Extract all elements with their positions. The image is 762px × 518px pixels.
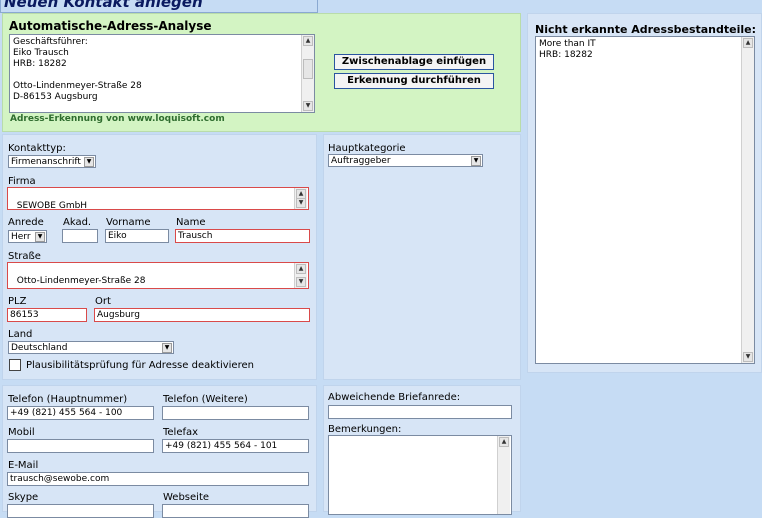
land-value: Deutschland — [11, 343, 68, 353]
anrede-select[interactable]: Herr ▼ — [8, 230, 47, 243]
plz-input[interactable]: 86153 — [7, 308, 87, 322]
land-select[interactable]: Deutschland ▼ — [8, 341, 174, 354]
tel-more-label: Telefon (Weitere) — [163, 394, 248, 405]
firma-value: SEWOBE GmbH — [16, 201, 88, 210]
name-label: Name — [176, 217, 206, 228]
kontakttyp-select[interactable]: Firmenanschrift ▼ — [8, 155, 96, 168]
hauptkategorie-select[interactable]: Auftraggeber ▼ — [328, 154, 483, 167]
ort-label: Ort — [95, 296, 111, 307]
ort-input[interactable]: Augsburg — [94, 308, 310, 322]
firma-textarea[interactable]: SEWOBE GmbH — [7, 187, 309, 210]
strasse-value: Otto-Lindenmeyer-Straße 28 — [16, 276, 146, 286]
analysis-credit: Adress-Erkennung von www.loquisoft.com — [10, 114, 225, 124]
email-input[interactable]: trausch@sewobe.com — [7, 472, 309, 486]
mobil-label: Mobil — [8, 427, 35, 438]
name-input[interactable]: Trausch — [175, 229, 310, 243]
scroll-down-icon[interactable]: ▼ — [743, 352, 753, 362]
web-label: Webseite — [163, 492, 210, 503]
tel-main-input[interactable]: +49 (821) 455 564 - 100 — [7, 406, 154, 420]
plausi-checkbox[interactable] — [9, 359, 21, 371]
scroll-down-icon[interactable]: ▼ — [296, 277, 306, 287]
vorname-label: Vorname — [106, 217, 151, 228]
web-input[interactable] — [162, 504, 309, 518]
category-panel — [323, 134, 521, 380]
scroll-up-icon[interactable]: ▲ — [743, 38, 753, 48]
tel-main-label: Telefon (Hauptnummer) — [8, 394, 128, 405]
chevron-down-icon[interactable]: ▼ — [35, 232, 45, 242]
paste-clipboard-button[interactable]: Zwischenablage einfügen — [334, 54, 494, 70]
kontakttyp-value: Firmenanschrift — [11, 157, 81, 167]
plausi-label: Plausibilitätsprüfung für Adresse deakti… — [26, 360, 254, 371]
bemerkungen-textarea[interactable] — [328, 435, 512, 515]
analysis-heading: Automatische-Adress-Analyse — [9, 19, 212, 33]
scroll-down-icon[interactable]: ▼ — [303, 101, 313, 111]
land-label: Land — [8, 329, 33, 340]
analysis-scrollbar[interactable]: ▲ ▼ — [301, 35, 314, 112]
unrecognized-textarea[interactable]: More than IT HRB: 18282 — [535, 36, 755, 364]
strasse-textarea[interactable]: Otto-Lindenmeyer-Straße 28 — [7, 262, 309, 289]
briefanrede-input[interactable] — [328, 405, 512, 419]
bemerkungen-label: Bemerkungen: — [328, 424, 402, 435]
akad-input[interactable] — [62, 229, 98, 243]
fax-input[interactable]: +49 (821) 455 564 - 101 — [162, 439, 309, 453]
scroll-down-icon[interactable]: ▼ — [296, 198, 306, 208]
akad-label: Akad. — [63, 217, 92, 228]
fax-label: Telefax — [163, 427, 199, 438]
firma-label: Firma — [8, 176, 36, 187]
scroll-up-icon[interactable]: ▲ — [296, 264, 306, 274]
scroll-thumb[interactable] — [303, 59, 313, 79]
strasse-scrollbar[interactable]: ▲ ▼ — [294, 263, 307, 288]
mobil-input[interactable] — [7, 439, 154, 453]
kontakttyp-label: Kontakttyp: — [8, 143, 66, 154]
chevron-down-icon[interactable]: ▼ — [84, 157, 94, 167]
tel-more-input[interactable] — [162, 406, 309, 420]
anrede-label: Anrede — [8, 217, 44, 228]
chevron-down-icon[interactable]: ▼ — [162, 343, 172, 353]
email-label: E-Mail — [8, 460, 39, 471]
hauptkategorie-value: Auftraggeber — [331, 156, 391, 166]
run-recognition-button[interactable]: Erkennung durchführen — [334, 73, 494, 89]
unrecognized-scrollbar[interactable]: ▲ ▼ — [741, 37, 754, 363]
briefanrede-label: Abweichende Briefanrede: — [328, 392, 461, 403]
plz-label: PLZ — [8, 296, 27, 307]
skype-input[interactable] — [7, 504, 154, 518]
firma-scrollbar[interactable]: ▲ ▼ — [294, 188, 307, 209]
unrecognized-heading: Nicht erkannte Adressbestandteile: — [535, 23, 757, 36]
scroll-up-icon[interactable]: ▲ — [499, 437, 509, 447]
hauptkategorie-label: Hauptkategorie — [328, 143, 406, 154]
page-title: Neuen Kontakt anlegen — [4, 0, 203, 11]
scroll-up-icon[interactable]: ▲ — [303, 36, 313, 46]
anrede-value: Herr — [11, 232, 31, 242]
skype-label: Skype — [8, 492, 39, 503]
chevron-down-icon[interactable]: ▼ — [471, 156, 481, 166]
analysis-textarea[interactable]: Geschäftsführer: Eiko Trausch HRB: 18282… — [9, 34, 315, 113]
vorname-input[interactable]: Eiko — [105, 229, 169, 243]
strasse-label: Straße — [8, 251, 41, 262]
bemerkungen-scrollbar[interactable]: ▲ — [497, 436, 510, 514]
